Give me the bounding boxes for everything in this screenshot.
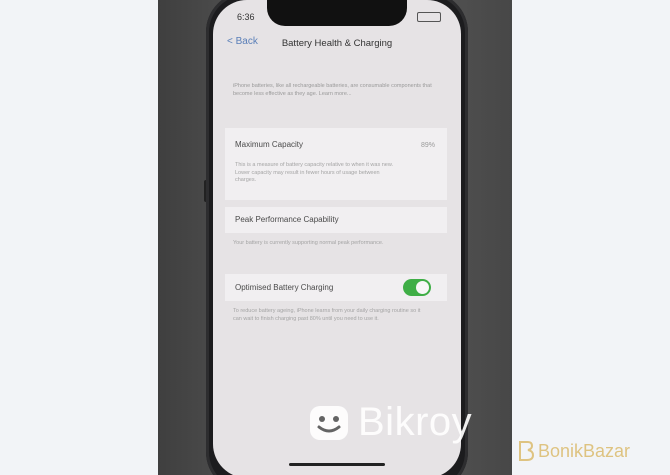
background-left	[0, 0, 158, 475]
bonikbazar-watermark: BonikBazar	[518, 440, 630, 462]
bikroy-logo-icon	[310, 405, 348, 440]
optimised-charging-label: Optimised Battery Charging	[235, 283, 334, 292]
peak-performance-label: Peak Performance Capability	[235, 215, 339, 224]
intro-text: iPhone batteries, like all rechargeable …	[233, 83, 432, 97]
background-right	[512, 0, 670, 475]
peak-performance-description: Your battery is currently supporting nor…	[233, 240, 384, 246]
page-title: Battery Health & Charging	[281, 38, 393, 49]
navigation-bar: < Back Battery Health & Charging	[213, 32, 461, 56]
optimised-charging-toggle[interactable]	[403, 279, 431, 296]
maximum-capacity-cell: Maximum Capacity 89% This is a measure o…	[225, 128, 447, 200]
notch	[267, 0, 407, 26]
phone-photo: 6:36 < Back Battery Health & Charging iP…	[158, 0, 512, 475]
bikroy-wordmark: Bikroy	[358, 400, 473, 444]
status-time: 6:36	[237, 12, 255, 22]
optimised-charging-description: To reduce battery ageing, iPhone learns …	[233, 308, 421, 322]
bonikbazar-wordmark: BonikBazar	[538, 440, 631, 461]
maximum-capacity-value: 89%	[420, 142, 435, 149]
maximum-capacity-description: This is a measure of battery capacity re…	[235, 162, 394, 183]
battery-status-icon	[417, 12, 441, 22]
home-indicator	[289, 463, 385, 466]
bonikbazar-logo-icon	[519, 441, 534, 461]
optimised-charging-cell: Optimised Battery Charging	[225, 274, 447, 301]
peak-performance-cell: Peak Performance Capability	[225, 207, 447, 233]
maximum-capacity-label: Maximum Capacity	[235, 140, 304, 149]
toggle-knob	[416, 281, 429, 294]
bikroy-watermark: Bikroy	[308, 400, 472, 445]
